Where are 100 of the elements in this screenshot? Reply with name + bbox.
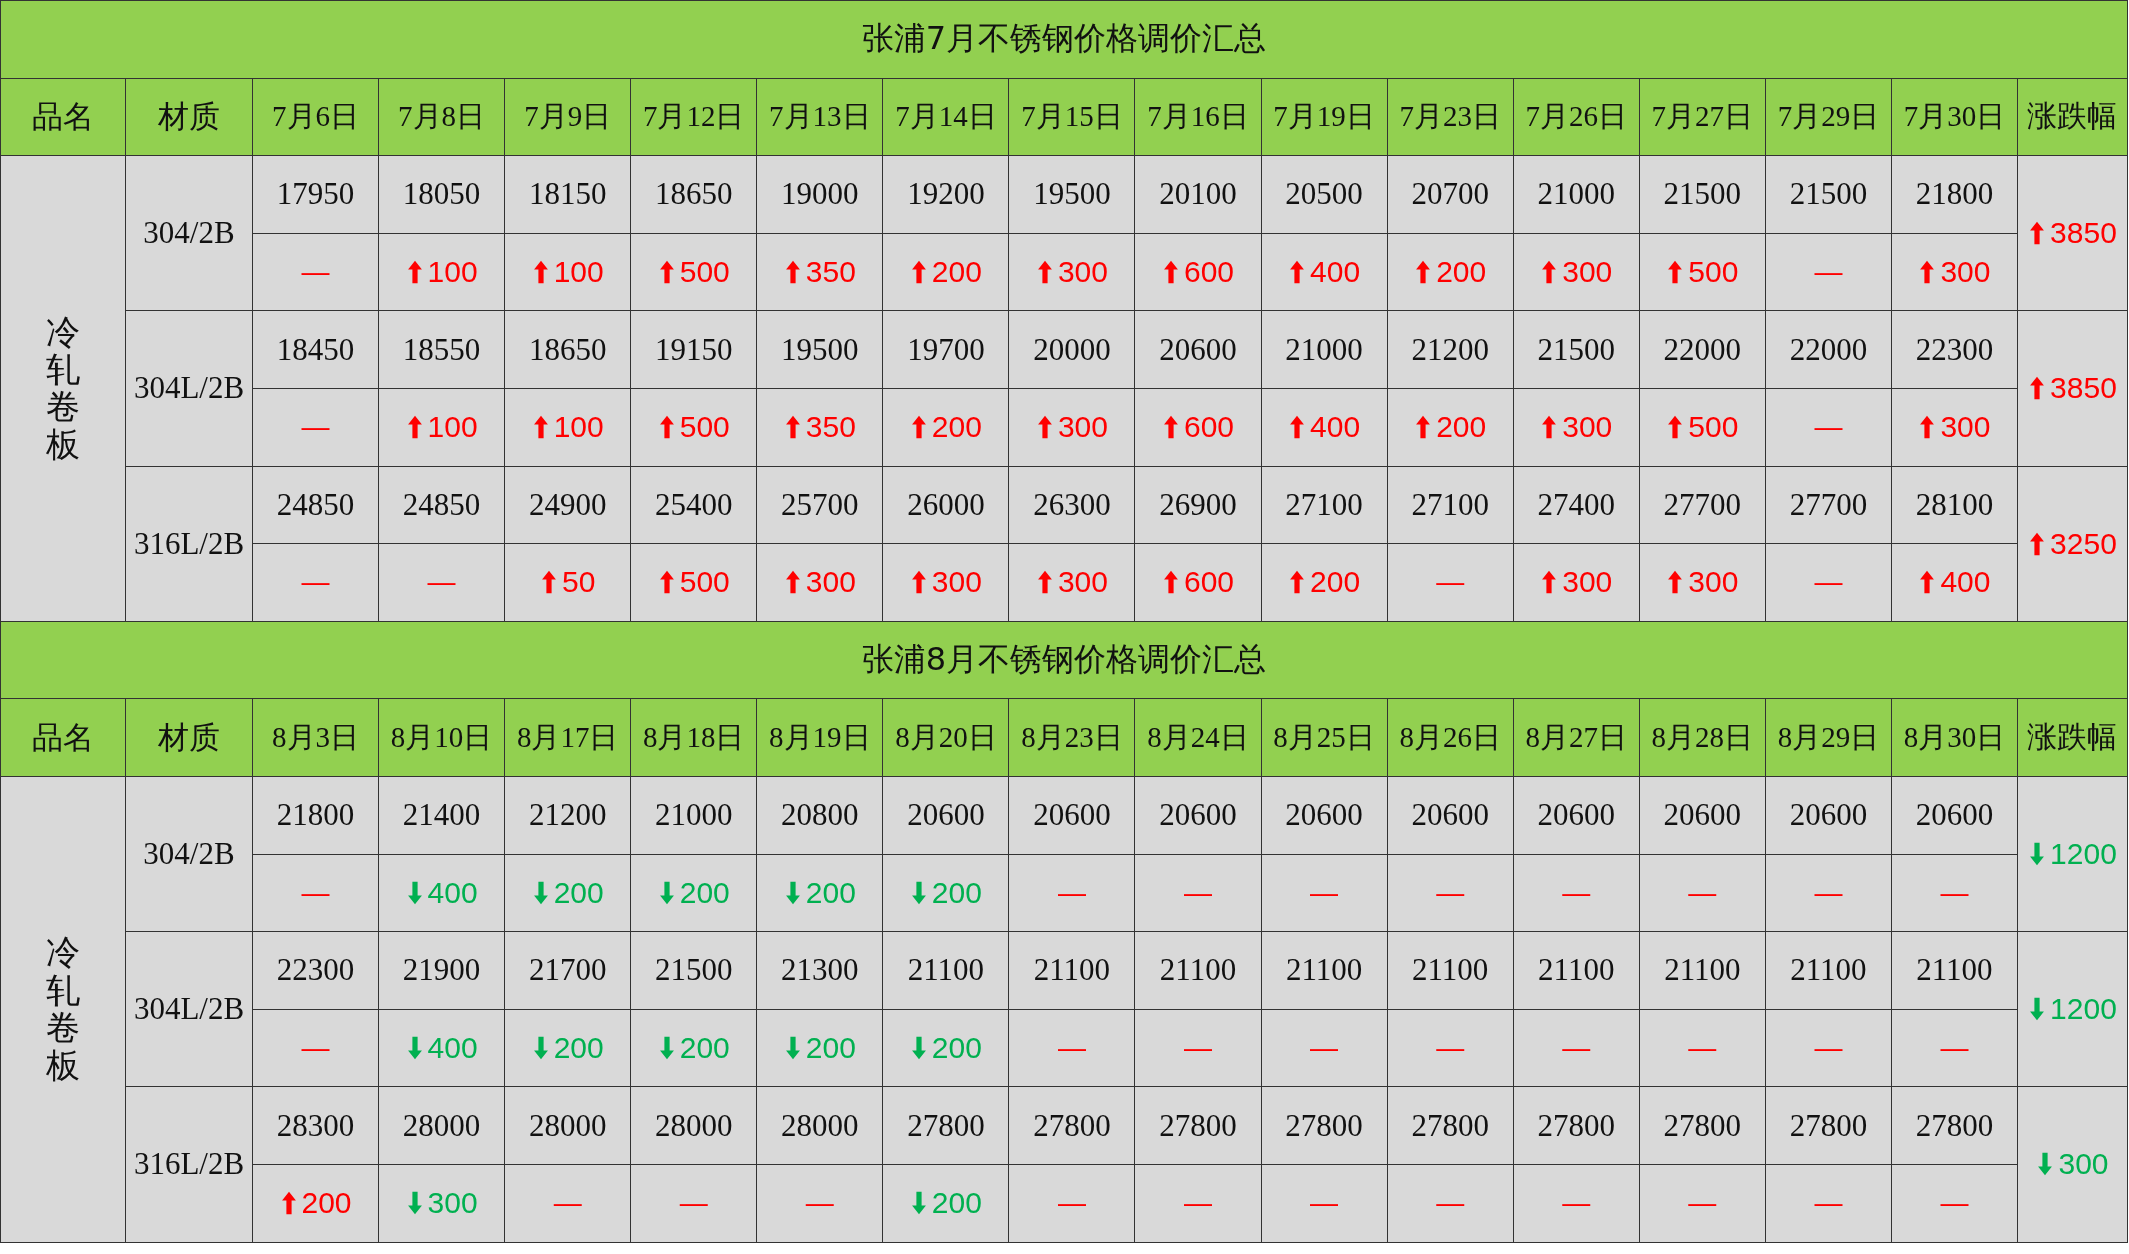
price-cell: 18650 bbox=[631, 156, 758, 234]
column-header: 7月15日 bbox=[1009, 78, 1136, 157]
price-cell: 17950 bbox=[253, 156, 380, 234]
column-header: 8月18日 bbox=[631, 699, 758, 777]
price-cell: 24850 bbox=[253, 466, 380, 545]
change-value: 600 bbox=[1184, 410, 1235, 445]
price-cell: 21000 bbox=[631, 776, 758, 855]
price-cell: 27100 bbox=[1261, 466, 1388, 545]
dash: — bbox=[301, 876, 330, 909]
price-cell: 21100 bbox=[1765, 932, 1892, 1010]
price-cell: 26300 bbox=[1009, 466, 1136, 545]
change-value: 500 bbox=[1688, 255, 1739, 290]
price-cell: 27400 bbox=[1513, 466, 1640, 545]
price-cell: 27800 bbox=[1891, 1087, 2018, 1165]
column-header: 7月12日 bbox=[631, 78, 758, 157]
price-cell: 20500 bbox=[1261, 156, 1388, 234]
change-value: 100 bbox=[427, 410, 478, 445]
change-value: 300 bbox=[1562, 565, 1613, 600]
dash: — bbox=[1057, 876, 1086, 909]
price-cell: 19700 bbox=[883, 311, 1010, 389]
dash: — bbox=[1057, 1187, 1086, 1220]
dash: — bbox=[1562, 1187, 1591, 1220]
column-header: 7月26日 bbox=[1513, 78, 1640, 157]
price-cell: 20600 bbox=[1135, 776, 1262, 855]
dash: — bbox=[1814, 256, 1843, 289]
dash: — bbox=[679, 1187, 708, 1220]
dash: — bbox=[1688, 1187, 1717, 1220]
price-cell: 20600 bbox=[1639, 776, 1766, 855]
change-value: 3850 bbox=[2050, 216, 2117, 251]
price-cell: 24850 bbox=[379, 466, 506, 545]
price-cell: 27800 bbox=[1513, 1087, 1640, 1165]
price-cell: 20600 bbox=[1261, 776, 1388, 855]
price-cell: 20600 bbox=[1009, 776, 1136, 855]
dash: — bbox=[301, 411, 330, 444]
dash: — bbox=[1814, 411, 1843, 444]
dash: — bbox=[301, 256, 330, 289]
price-cell: 20600 bbox=[1891, 776, 2018, 855]
table-title: 张浦8月不锈钢价格调价汇总 bbox=[1, 621, 2128, 700]
column-header: 7月27日 bbox=[1639, 78, 1766, 157]
column-header: 7月23日 bbox=[1387, 78, 1514, 157]
column-header: 7月9日 bbox=[505, 78, 632, 157]
column-header: 8月28日 bbox=[1639, 699, 1766, 777]
change-value: 500 bbox=[1688, 410, 1739, 445]
column-header: 7月8日 bbox=[379, 78, 506, 157]
price-cell: 21200 bbox=[1387, 311, 1514, 389]
price-cell: 19500 bbox=[1009, 156, 1136, 234]
price-cell: 20600 bbox=[1513, 776, 1640, 855]
material-cell: 304/2B bbox=[126, 156, 253, 312]
price-cell: 27800 bbox=[1387, 1087, 1514, 1165]
dash: — bbox=[1688, 1032, 1717, 1064]
price-cell: 27800 bbox=[1765, 1087, 1892, 1165]
price-cell: 20600 bbox=[1135, 311, 1262, 389]
price-cell: 21500 bbox=[1513, 311, 1640, 389]
price-cell: 27700 bbox=[1639, 466, 1766, 545]
price-cell: 28300 bbox=[253, 1087, 380, 1165]
price-cell: 22300 bbox=[253, 932, 380, 1010]
change-value: 200 bbox=[1436, 255, 1487, 290]
price-cell: 27800 bbox=[883, 1087, 1010, 1165]
price-cell: 28000 bbox=[505, 1087, 632, 1165]
price-cell: 21500 bbox=[631, 932, 758, 1010]
price-cell: 18550 bbox=[379, 311, 506, 389]
change-value: 200 bbox=[679, 1031, 730, 1065]
category-label: 冷轧卷板 bbox=[46, 934, 80, 1084]
price-cell: 27100 bbox=[1387, 466, 1514, 545]
price-cell: 21100 bbox=[883, 932, 1010, 1010]
price-cell: 18450 bbox=[253, 311, 380, 389]
change-value: 100 bbox=[553, 255, 604, 290]
dash: — bbox=[301, 566, 330, 599]
change-value: 400 bbox=[1940, 565, 1991, 600]
price-cell: 20100 bbox=[1135, 156, 1262, 234]
dash: — bbox=[1814, 1187, 1843, 1220]
price-cell: 18650 bbox=[505, 311, 632, 389]
price-cell: 21100 bbox=[1009, 932, 1136, 1010]
column-header: 8月3日 bbox=[253, 699, 380, 777]
price-cell: 22000 bbox=[1639, 311, 1766, 389]
price-cell: 18050 bbox=[379, 156, 506, 234]
price-cell: 27700 bbox=[1765, 466, 1892, 545]
price-cell: 26000 bbox=[883, 466, 1010, 545]
price-cell: 27800 bbox=[1639, 1087, 1766, 1165]
change-value: 400 bbox=[427, 1031, 478, 1065]
price-cell: 21300 bbox=[757, 932, 884, 1010]
price-cell: 21800 bbox=[1891, 156, 2018, 234]
dash: — bbox=[1436, 1032, 1465, 1064]
dash: — bbox=[1436, 876, 1465, 909]
change-value: 200 bbox=[1310, 565, 1361, 600]
material-cell: 304L/2B bbox=[126, 311, 253, 467]
price-cell: 20600 bbox=[1387, 776, 1514, 855]
price-cell: 19500 bbox=[757, 311, 884, 389]
change-value: 100 bbox=[553, 410, 604, 445]
price-cell: 25400 bbox=[631, 466, 758, 545]
price-cell: 22000 bbox=[1765, 311, 1892, 389]
change-value: 300 bbox=[1057, 565, 1108, 600]
dash: — bbox=[1688, 876, 1717, 909]
change-value: 200 bbox=[931, 1031, 982, 1065]
material-cell: 316L/2B bbox=[126, 1087, 253, 1243]
column-header: 7月19日 bbox=[1261, 78, 1388, 157]
change-value: 500 bbox=[679, 565, 730, 600]
dash: — bbox=[553, 1187, 582, 1220]
dash: — bbox=[427, 566, 456, 599]
change-value: 300 bbox=[427, 1186, 478, 1221]
